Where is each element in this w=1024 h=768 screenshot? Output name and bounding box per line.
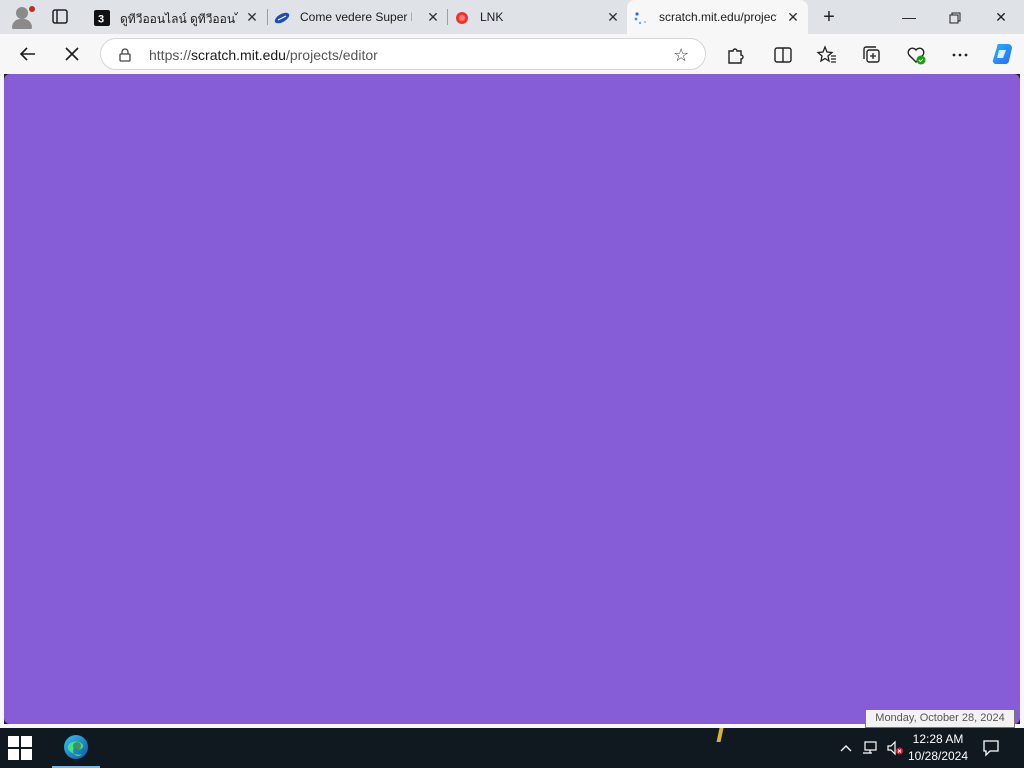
more-options-icon[interactable] [949,44,971,66]
extensions-puzzle-icon[interactable] [724,44,746,66]
close-tab-icon[interactable]: ✕ [245,10,259,24]
tab-title: ดูทีวีออนไลน์ ดูทีวีออนไลน์ฟรี [120,12,238,26]
address-bar[interactable]: https://scratch.mit.edu/projects/editor … [100,38,706,70]
profile-avatar-icon[interactable] [8,4,36,30]
copilot-icon[interactable] [990,41,1016,67]
url-host: scratch.mit.edu [191,47,286,63]
network-icon[interactable] [862,740,878,756]
tab-thai-tv[interactable]: 3 ดูทีวีออนไลน์ ดูทีวีออนไลน์ฟรี ✕ [88,0,266,34]
red-dot-icon [454,10,470,26]
loading-spinner-icon [633,10,649,26]
url-text[interactable]: https://scratch.mit.edu/projects/editor [149,47,378,63]
favorites-icon[interactable] [816,44,838,66]
notifications-icon[interactable] [982,739,1000,757]
show-hidden-icons-chevron-icon[interactable] [838,740,854,756]
tab-title: Come vedere Super Bowl [300,10,412,24]
stop-loading-icon[interactable] [59,42,85,66]
clock-date: 10/28/2024 [907,749,969,763]
collections-icon[interactable] [861,44,883,66]
lock-icon[interactable] [119,48,131,62]
split-screen-icon[interactable] [772,44,794,66]
minimize-icon[interactable]: — [886,0,932,34]
taskbar-clock[interactable]: 12:28 AM 10/28/2024 [906,731,970,767]
close-tab-icon[interactable]: ✕ [786,10,800,24]
tab-scratch-editor[interactable]: scratch.mit.edu/projects/editor ✕ [627,0,808,34]
close-tab-icon[interactable]: ✕ [426,10,440,24]
channel3-icon: 3 [94,10,110,26]
close-window-icon[interactable]: ✕ [978,0,1024,34]
tab-lnk[interactable]: LNK ✕ [448,0,626,34]
tab-strip: 3 ดูทีวีออนไลน์ ดูทีวีออนไลน์ฟรี ✕ Come … [0,0,1024,34]
taskbar: 12:28 AM 10/28/2024 [0,728,1024,768]
tab-title: scratch.mit.edu/projects/editor [659,10,777,24]
url-scheme: https:// [149,47,192,63]
volume-muted-icon[interactable] [886,740,903,756]
close-tab-icon[interactable]: ✕ [606,10,620,24]
scratch-loading-screen [4,74,1020,724]
edge-taskbar-button[interactable] [52,728,100,768]
windows-start-icon[interactable] [8,736,34,760]
restore-icon[interactable] [932,0,978,34]
url-path: /projects/editor [285,47,378,63]
back-arrow-icon[interactable] [15,42,41,66]
football-icon [274,10,290,26]
tab-super-bowl[interactable]: Come vedere Super Bowl ✕ [268,0,446,34]
svg-text:3: 3 [98,14,104,26]
date-tooltip: Monday, October 28, 2024 [865,709,1015,728]
clock-time: 12:28 AM [912,732,964,746]
edge-browser-icon [64,735,88,759]
tab-actions-menu-icon[interactable] [47,5,73,29]
browser-essentials-icon[interactable] [905,44,927,66]
favorite-star-icon[interactable]: ☆ [673,45,689,66]
tab-title: LNK [480,10,504,24]
new-tab-plus-icon[interactable]: + [818,7,840,27]
window-frame-right [1020,74,1024,728]
browser-toolbar: https://scratch.mit.edu/projects/editor … [0,34,1024,74]
